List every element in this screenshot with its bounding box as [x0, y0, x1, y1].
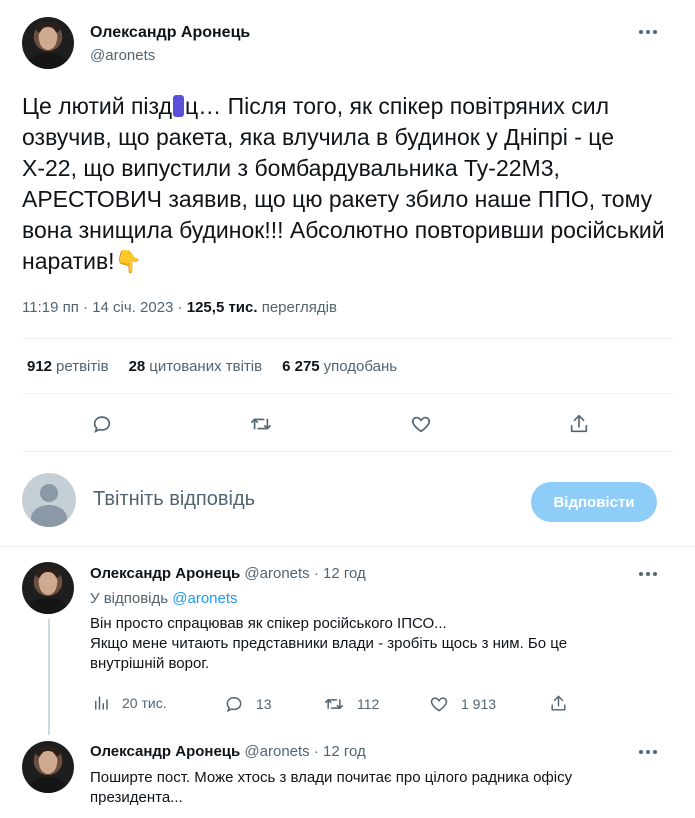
- in-reply-handle-link[interactable]: @aronets: [172, 590, 237, 607]
- tweet-stats: 912 ретвітів 28 цитованих твітів 6 275 упод…: [27, 358, 397, 375]
- views-label: переглядів: [261, 299, 337, 316]
- views-action[interactable]: 20 тис.: [92, 694, 167, 712]
- meta-separator: ·: [83, 299, 89, 316]
- meta-separator: ·: [313, 565, 319, 582]
- reply-text: Поширте пост. Може хтось з влади почитає…: [90, 768, 660, 808]
- retweets-count: 112: [357, 696, 380, 712]
- thread-line: [48, 619, 50, 735]
- reply-text-line: Якщо мене читають представники влади - з…: [90, 635, 568, 652]
- likes-stat[interactable]: 6 275 уподобань: [282, 358, 397, 375]
- likes-count: 1 913: [461, 696, 497, 712]
- replies-count: 13: [256, 696, 272, 712]
- likes-count: 6 275: [282, 358, 320, 375]
- quotes-count: 28: [128, 358, 146, 375]
- views-icon: [95, 696, 108, 710]
- quotes-label: цитованих твітів: [149, 358, 263, 375]
- tweet-date[interactable]: 14 січ. 2023: [92, 299, 173, 316]
- reply-author-handle[interactable]: @aronets: [244, 743, 309, 760]
- quotes-stat[interactable]: 28 цитованих твітів: [129, 358, 263, 375]
- more-icon[interactable]: [638, 564, 658, 584]
- share-icon[interactable]: [566, 411, 592, 437]
- reply-author-avatar[interactable]: [22, 562, 74, 614]
- retweets-count: 912: [27, 358, 53, 375]
- reply-button[interactable]: Відповісти: [531, 482, 657, 522]
- tweet-text: Це лютий пізд ц… Після того, як спікер по…: [22, 91, 672, 277]
- redaction-mark: [173, 95, 185, 117]
- tweet-text-part-1: Це лютий пізд: [22, 93, 173, 119]
- reply-age[interactable]: 12 год: [323, 565, 366, 582]
- like-icon[interactable]: [408, 411, 434, 437]
- reply-text-line: Поширте пост. Може хтось з влади почитає…: [90, 769, 573, 786]
- reply-header: Олександр Аронець @aronets · 12 год: [90, 565, 366, 582]
- reply-author-handle[interactable]: @aronets: [244, 565, 309, 582]
- share-action[interactable]: [549, 694, 568, 713]
- reply-author-name[interactable]: Олександр Аронець: [90, 565, 240, 582]
- in-reply-to: У відповідь @aronets: [90, 590, 238, 607]
- reply-icon[interactable]: [89, 411, 115, 437]
- meta-separator: ·: [313, 743, 319, 760]
- reply-input[interactable]: Твітніть відповідь: [93, 488, 255, 511]
- retweets-stat[interactable]: 912 ретвітів: [27, 358, 109, 375]
- pointing-down-emoji: 👇: [114, 249, 142, 274]
- divider: [22, 393, 673, 394]
- reply-text-line: президента...: [90, 789, 183, 806]
- reply-text-line: внутрішній ворог.: [90, 655, 210, 672]
- reply-author-name[interactable]: Олександр Аронець: [90, 743, 240, 760]
- retweets-label: ретвітів: [56, 358, 109, 375]
- tweet-time[interactable]: 11:19 пп: [22, 299, 79, 316]
- like-action[interactable]: 1 913: [429, 694, 496, 714]
- meta-separator: ·: [177, 299, 183, 316]
- author-avatar[interactable]: [22, 17, 74, 69]
- reply-action[interactable]: 13: [224, 694, 272, 714]
- reply-text-line: Він просто спрацював як спікер російсько…: [90, 615, 447, 632]
- likes-label: уподобань: [323, 358, 398, 375]
- retweet-icon[interactable]: [248, 411, 274, 437]
- more-icon[interactable]: [638, 22, 658, 42]
- retweet-icon: [324, 699, 344, 709]
- views-count: 125,5 тис.: [186, 299, 258, 316]
- current-user-avatar: [22, 473, 76, 527]
- tweet-meta: 11:19 пп · 14 січ. 2023 · 125,5 тис. пер…: [22, 299, 337, 316]
- reply-icon: [226, 696, 242, 713]
- views-count: 20 тис.: [122, 695, 167, 711]
- author-name[interactable]: Олександр Аронець: [90, 24, 250, 42]
- reply-age[interactable]: 12 год: [323, 743, 366, 760]
- more-icon[interactable]: [638, 742, 658, 762]
- like-icon: [430, 697, 448, 712]
- reply-author-avatar[interactable]: [22, 741, 74, 793]
- divider: [22, 338, 673, 339]
- reply-text: Він просто спрацював як спікер російсько…: [90, 614, 660, 674]
- reply-header: Олександр Аронець @aronets · 12 год: [90, 743, 366, 760]
- retweet-action[interactable]: 112: [323, 694, 379, 714]
- share-icon: [551, 695, 566, 711]
- author-handle[interactable]: @aronets: [90, 47, 155, 64]
- divider: [22, 451, 673, 452]
- in-reply-prefix: У відповідь: [90, 590, 169, 607]
- divider: [0, 546, 695, 547]
